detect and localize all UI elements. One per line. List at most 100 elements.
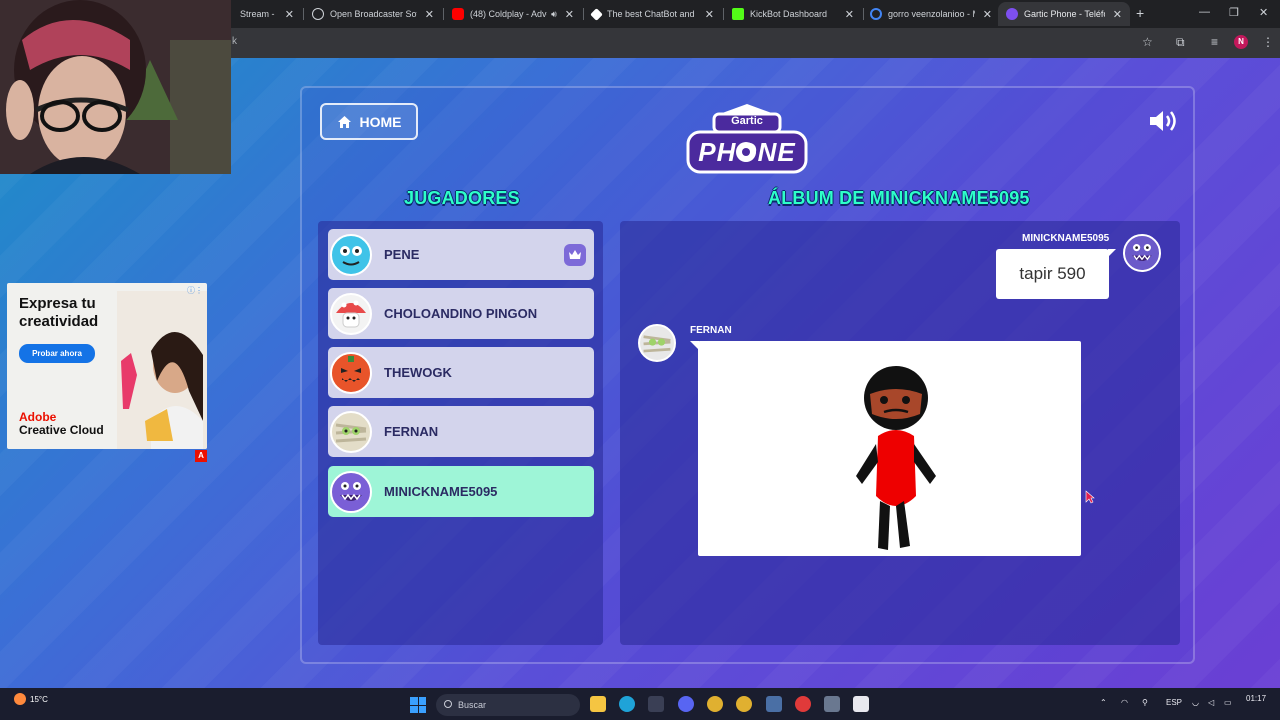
google-icon xyxy=(870,8,882,20)
webcam-overlay xyxy=(0,0,231,174)
drawing-author-name: FERNAN xyxy=(690,325,732,336)
chatbot-icon xyxy=(590,7,603,21)
weather-temp: 15°C xyxy=(30,694,48,704)
edge-icon[interactable] xyxy=(619,696,635,712)
close-icon[interactable]: ✕ xyxy=(425,8,434,21)
youtube-icon xyxy=(452,8,464,20)
volume-tray-icon[interactable]: ◁ xyxy=(1208,698,1214,707)
adobe-ad-banner[interactable]: Expresa tu creatividad Probar ahora Adob… xyxy=(7,283,207,449)
kickbot-icon xyxy=(732,8,744,20)
player-avatar xyxy=(330,351,372,394)
gartic-phone-logo: Gartic PHONE xyxy=(684,102,810,176)
tab-youtube[interactable]: (48) Coldplay - Adven 🔊︎ ✕ xyxy=(444,2,582,26)
search-placeholder: Buscar xyxy=(458,700,487,710)
discord-icon[interactable] xyxy=(678,696,694,712)
player-row[interactable]: THEWOGK xyxy=(328,347,594,398)
url-text[interactable]: k xyxy=(232,36,237,47)
speaker-icon[interactable]: 🔊︎ xyxy=(551,9,557,20)
file-explorer-icon[interactable] xyxy=(590,696,606,712)
player-row-active[interactable]: MINICKNAME5095 xyxy=(328,466,594,517)
windows-taskbar: 15°C Buscar ⌃ ◠ ⚲ ESP ◡ ◁ ▭ 01:17 xyxy=(0,688,1280,720)
close-icon[interactable]: ✕ xyxy=(845,8,854,21)
close-icon[interactable]: ✕ xyxy=(1113,8,1122,21)
player-avatar xyxy=(330,233,372,276)
player-drawing xyxy=(856,366,936,550)
drawing-author-avatar xyxy=(638,324,676,362)
player-name: CHOLOANDINO PINGON xyxy=(384,306,538,321)
close-icon[interactable]: ✕ xyxy=(285,8,294,21)
taskbar-search[interactable]: Buscar xyxy=(436,694,580,716)
tab-obs[interactable]: Open Broadcaster Softw ✕ xyxy=(304,2,442,26)
media-control-icon[interactable]: ≡ xyxy=(1211,35,1218,49)
prompt-author-avatar xyxy=(1123,234,1161,272)
network-icon[interactable]: ◠ xyxy=(1121,698,1128,707)
ad-person-illustration xyxy=(117,291,207,449)
new-tab-button[interactable]: + xyxy=(1136,5,1144,21)
player-row[interactable]: PENE xyxy=(328,229,594,280)
album-heading: ÁLBUM DE MINICKNAME5095 xyxy=(768,188,1030,208)
minimize-icon[interactable]: — xyxy=(1199,6,1210,18)
drawing-canvas xyxy=(690,341,1081,556)
obs-taskbar-icon[interactable] xyxy=(853,696,869,712)
logo-word-top: Gartic xyxy=(731,115,763,127)
player-row[interactable]: FERNAN xyxy=(328,406,594,457)
tab-google-search[interactable]: gorro veenzolanioo - Me ✕ xyxy=(862,2,1000,26)
crown-icon xyxy=(564,244,586,266)
player-row[interactable]: CHOLOANDINO PINGON xyxy=(328,288,594,339)
players-heading: JUGADORES xyxy=(404,188,520,208)
search-icon xyxy=(444,700,452,708)
ad-cta-button[interactable]: Probar ahora xyxy=(19,344,95,363)
adobe-logo-icon: A xyxy=(195,450,207,462)
app-icon[interactable] xyxy=(795,696,811,712)
tab-chatbot[interactable]: The best ChatBot and W ✕ xyxy=(584,2,722,26)
close-icon[interactable]: ✕ xyxy=(705,8,714,21)
ad-headline: Expresa tu creatividad xyxy=(19,295,99,330)
player-avatar xyxy=(330,410,372,453)
app-icon[interactable] xyxy=(766,696,782,712)
taskbar-clock[interactable]: 01:17 xyxy=(1246,694,1266,703)
tab-label: Gartic Phone - Teléfono D xyxy=(1024,9,1105,19)
player-name: THEWOGK xyxy=(384,365,452,380)
store-icon[interactable] xyxy=(648,696,664,712)
gartic-icon xyxy=(1006,8,1018,20)
player-name: MINICKNAME5095 xyxy=(384,484,498,499)
weather-widget[interactable]: 15°C xyxy=(14,693,48,705)
tab-label: Open Broadcaster Softw xyxy=(330,9,417,19)
wifi-icon[interactable]: ◡ xyxy=(1192,698,1199,707)
language-indicator[interactable]: ESP xyxy=(1166,698,1182,707)
ad-brand-line-1: Adobe xyxy=(19,410,57,424)
tray-icon[interactable]: ⚲ xyxy=(1142,698,1148,707)
prompt-author-name: MINICKNAME5095 xyxy=(1022,233,1110,244)
menu-icon[interactable]: ⋮ xyxy=(1262,35,1274,49)
mouse-cursor-icon xyxy=(1085,490,1095,509)
bookmark-star-icon[interactable]: ☆ xyxy=(1142,35,1153,49)
close-window-icon[interactable]: ✕ xyxy=(1259,6,1268,19)
app-icon[interactable] xyxy=(824,696,840,712)
home-icon xyxy=(337,115,352,129)
tab-label: Stream - W xyxy=(240,9,277,19)
battery-icon[interactable]: ▭ xyxy=(1224,698,1232,707)
volume-icon[interactable] xyxy=(1148,108,1180,139)
windows-start-icon[interactable] xyxy=(410,697,426,713)
ad-info-icon[interactable]: ⓘ⋮ xyxy=(187,285,203,296)
ad-brand-line-2: Creative Cloud xyxy=(19,423,104,437)
extensions-icon[interactable]: ⧉ xyxy=(1176,35,1185,50)
webcam-feed xyxy=(0,0,231,174)
tab-stream[interactable]: Stream - W ✕ xyxy=(232,2,302,26)
player-name: PENE xyxy=(384,247,420,262)
obs-icon xyxy=(312,8,324,20)
tab-kickbot[interactable]: KickBot Dashboard ✕ xyxy=(724,2,862,26)
profile-avatar[interactable]: N xyxy=(1234,35,1248,49)
restore-icon[interactable]: ❐ xyxy=(1229,6,1239,19)
chrome-profile-icon[interactable] xyxy=(736,696,752,712)
tab-gartic-phone[interactable]: Gartic Phone - Teléfono D ✕ xyxy=(998,2,1130,26)
tab-label: (48) Coldplay - Adven xyxy=(470,9,547,19)
close-icon[interactable]: ✕ xyxy=(565,8,574,21)
close-icon[interactable]: ✕ xyxy=(983,8,992,21)
home-button[interactable]: HOME xyxy=(320,103,418,140)
tray-chevron-icon[interactable]: ⌃ xyxy=(1100,698,1107,707)
tab-label: gorro veenzolanioo - Me xyxy=(888,9,975,19)
tab-label: The best ChatBot and W xyxy=(607,9,697,19)
prompt-bubble: tapir 590 xyxy=(996,249,1116,299)
chrome-icon[interactable] xyxy=(707,696,723,712)
